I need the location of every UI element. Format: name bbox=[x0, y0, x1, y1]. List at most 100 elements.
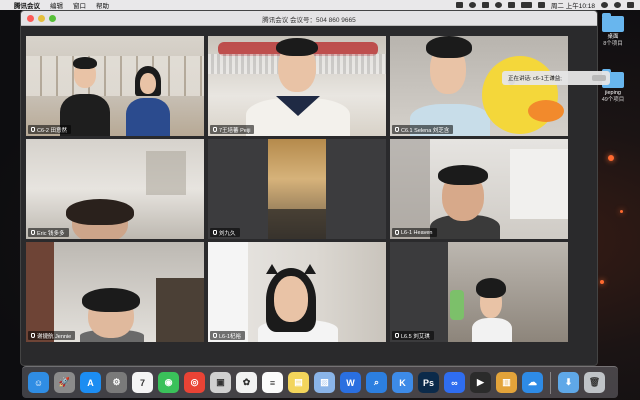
participant-name: 刘九久 bbox=[219, 230, 236, 237]
finder-icon[interactable]: ☺ bbox=[28, 372, 49, 393]
video-feed bbox=[390, 139, 568, 239]
close-window-button[interactable] bbox=[27, 14, 34, 22]
speaking-indicator: 正在讲话: c6-1王谦益; bbox=[502, 71, 610, 85]
siri-icon[interactable] bbox=[614, 2, 621, 8]
baidu-netdisk-icon[interactable]: ☁ bbox=[522, 372, 543, 393]
mic-icon bbox=[395, 230, 399, 235]
minimize-window-button[interactable] bbox=[38, 14, 45, 22]
status-area: 周二 上午10:18 bbox=[455, 0, 634, 10]
video-feed bbox=[390, 242, 568, 342]
screen-record-icon[interactable] bbox=[481, 2, 489, 8]
desktop-folder-desktop[interactable]: 桌面 8个项目 bbox=[593, 13, 633, 48]
screenshot-icon[interactable]: ▣ bbox=[210, 372, 231, 393]
search-icon[interactable]: ⌕ bbox=[366, 372, 387, 393]
video-tile[interactable]: L6-1 Heaven bbox=[390, 139, 568, 239]
calendar-icon[interactable]: 7 bbox=[132, 372, 153, 393]
mic-icon bbox=[213, 333, 217, 338]
video-feed bbox=[390, 36, 568, 136]
downloads-folder-icon[interactable]: ⬇ bbox=[558, 372, 579, 393]
desktop-folder-label: jieping bbox=[605, 90, 621, 96]
desktop-ember bbox=[620, 210, 623, 213]
participant-name: C6.1 Selena 刘芝含 bbox=[401, 127, 450, 134]
preview-icon[interactable]: ▨ bbox=[314, 372, 335, 393]
headset-icon[interactable] bbox=[468, 2, 476, 8]
wifi-icon[interactable] bbox=[494, 2, 502, 8]
participant-nametag: L6.5 刘艾琪 bbox=[392, 331, 434, 340]
volume-icon[interactable] bbox=[507, 2, 515, 8]
wps-icon[interactable]: W bbox=[340, 372, 361, 393]
desktop-ember bbox=[608, 155, 614, 161]
menu-bar: 腾讯会议 编辑 窗口 帮助 周二 上午10:18 bbox=[0, 0, 640, 10]
tencent-meeting-icon[interactable]: ∞ bbox=[444, 372, 465, 393]
mic-icon bbox=[395, 127, 399, 132]
video-feed bbox=[208, 139, 386, 239]
final-cut-icon[interactable]: ▶ bbox=[470, 372, 491, 393]
notification-center-icon[interactable] bbox=[627, 2, 634, 8]
menu-window[interactable]: 窗口 bbox=[73, 0, 86, 10]
archive-icon[interactable]: ▥ bbox=[496, 372, 517, 393]
wechat-icon[interactable]: ◉ bbox=[158, 372, 179, 393]
keynote-icon[interactable]: K bbox=[392, 372, 413, 393]
video-tile[interactable]: C6.1 Selena 刘芝含 bbox=[390, 36, 568, 136]
menubar-clock[interactable]: 周二 上午10:18 bbox=[551, 0, 595, 10]
mic-icon bbox=[213, 230, 217, 235]
video-feed bbox=[26, 242, 204, 342]
video-tile[interactable]: 刘九久 bbox=[208, 139, 386, 239]
video-feed bbox=[208, 242, 386, 342]
participant-name: 7王培蕃 Peiji bbox=[219, 127, 251, 134]
mic-icon bbox=[31, 127, 35, 132]
dock-separator bbox=[550, 371, 551, 394]
app-store-icon[interactable]: A bbox=[80, 372, 101, 393]
photoshop-icon[interactable]: Ps bbox=[418, 372, 439, 393]
desktop-folder-count: 8个项目 bbox=[603, 41, 623, 47]
chrome-icon[interactable]: ◎ bbox=[184, 372, 205, 393]
participant-nametag: L6-1 Heaven bbox=[392, 228, 437, 237]
dock: ☺ 🚀 A ⚙ 7 ◉ ◎ ▣ ✿ ≡ ▤ ▨ W ⌕ K Ps ∞ ▶ ▥ ☁ ⬇ 🗑 bbox=[22, 366, 618, 398]
video-tile[interactable]: Eric 钱多多 bbox=[26, 139, 204, 239]
menu-app-name[interactable]: 腾讯会议 bbox=[14, 0, 40, 10]
folder-icon bbox=[602, 13, 624, 32]
notes-icon[interactable]: ≡ bbox=[262, 372, 283, 393]
video-tile[interactable]: 谢捷航 Jennie bbox=[26, 242, 204, 342]
video-feed bbox=[26, 139, 204, 239]
battery-icon[interactable] bbox=[520, 2, 532, 8]
window-titlebar[interactable]: 腾讯会议 会议号：504 860 9665 bbox=[21, 11, 597, 26]
video-tile[interactable]: C6-2 田意然 bbox=[26, 36, 204, 136]
mic-icon bbox=[31, 230, 35, 235]
participant-nametag: C6.1 Selena 刘芝含 bbox=[392, 125, 454, 134]
participant-name: 谢捷航 Jennie bbox=[37, 333, 72, 340]
launchpad-icon[interactable]: 🚀 bbox=[54, 372, 75, 393]
cloud-icon[interactable] bbox=[455, 2, 463, 8]
desktop-ember bbox=[600, 280, 604, 284]
participant-nametag: 谢捷航 Jennie bbox=[28, 331, 76, 340]
spotlight-icon[interactable] bbox=[601, 2, 608, 8]
trash-icon[interactable]: 🗑 bbox=[584, 372, 605, 393]
menu-help[interactable]: 帮助 bbox=[96, 0, 109, 10]
participant-name: L6-1 Heaven bbox=[401, 229, 433, 236]
mic-icon bbox=[213, 127, 217, 132]
video-feed bbox=[26, 36, 204, 136]
participant-nametag: 刘九久 bbox=[210, 228, 240, 237]
audio-level-icon bbox=[592, 75, 606, 81]
input-method-icon[interactable] bbox=[537, 2, 545, 8]
video-tile[interactable]: L6.5 刘艾琪 bbox=[390, 242, 568, 342]
participant-nametag: 7王培蕃 Peiji bbox=[210, 125, 255, 134]
stickies-icon[interactable]: ▤ bbox=[288, 372, 309, 393]
participant-nametag: Eric 钱多多 bbox=[28, 228, 69, 237]
participant-name: L6-1杞裕 bbox=[219, 333, 242, 340]
desktop-folder-label: 桌面 bbox=[607, 34, 619, 40]
window-title: 腾讯会议 会议号：504 860 9665 bbox=[262, 17, 356, 24]
video-tile[interactable]: 7王培蕃 Peiji bbox=[208, 36, 386, 136]
mic-icon bbox=[395, 333, 399, 338]
participant-name: L6.5 刘艾琪 bbox=[401, 333, 430, 340]
desktop-folder-count: 49个项目 bbox=[601, 97, 625, 103]
video-tile[interactable]: L6-1杞裕 bbox=[208, 242, 386, 342]
participant-name: C6-2 田意然 bbox=[37, 127, 67, 134]
system-preferences-icon[interactable]: ⚙ bbox=[106, 372, 127, 393]
participant-nametag: C6-2 田意然 bbox=[28, 125, 71, 134]
photos-icon[interactable]: ✿ bbox=[236, 372, 257, 393]
video-feed bbox=[208, 36, 386, 136]
menu-edit[interactable]: 编辑 bbox=[50, 0, 63, 10]
mic-icon bbox=[31, 333, 35, 338]
fullscreen-window-button[interactable] bbox=[49, 14, 56, 22]
